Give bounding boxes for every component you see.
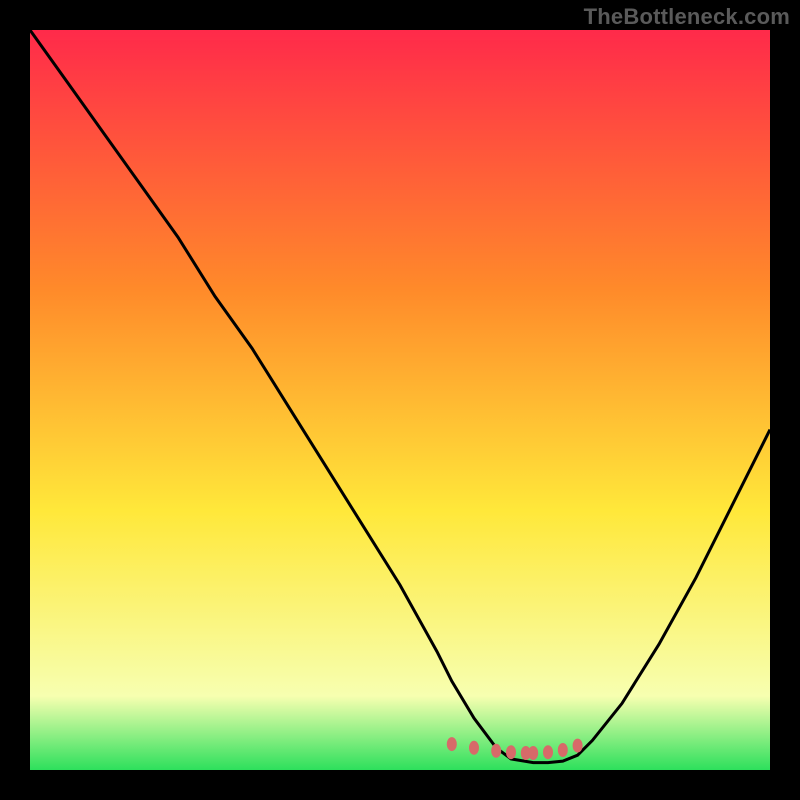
optimal-marker: [469, 741, 479, 755]
optimal-marker: [491, 744, 501, 758]
plot-area: [30, 30, 770, 770]
optimal-marker: [543, 745, 553, 759]
optimal-marker: [447, 737, 457, 751]
watermark-text: TheBottleneck.com: [584, 4, 790, 30]
optimal-marker: [573, 739, 583, 753]
chart-frame: TheBottleneck.com: [0, 0, 800, 800]
gradient-background: [30, 30, 770, 770]
chart-svg: [30, 30, 770, 770]
optimal-marker: [528, 746, 538, 760]
optimal-marker: [506, 745, 516, 759]
optimal-marker: [558, 743, 568, 757]
